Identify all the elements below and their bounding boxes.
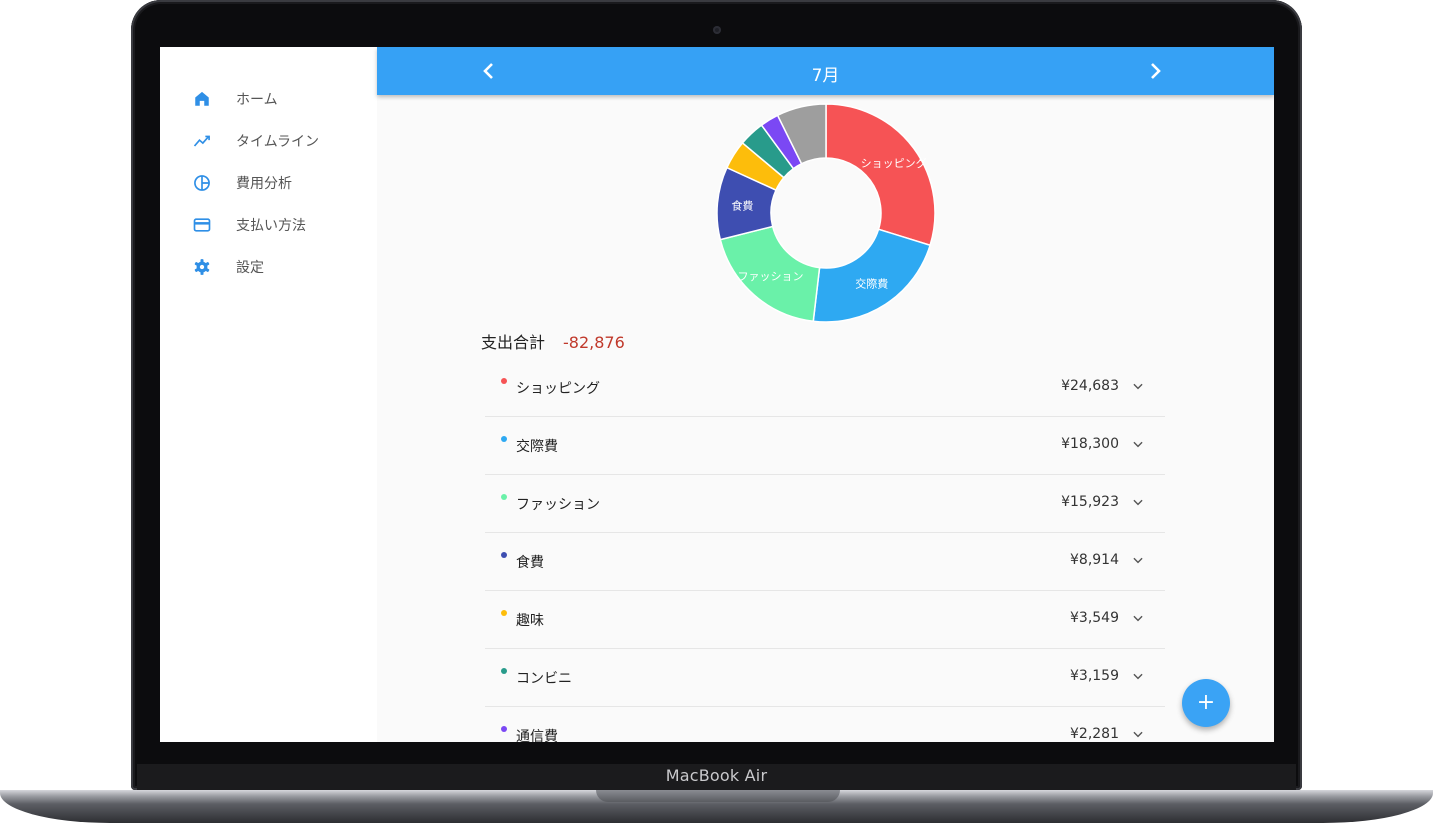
category-amount: ¥3,159: [1070, 668, 1119, 684]
category-name: 交際費: [516, 439, 558, 455]
list-item[interactable]: 通信費 ¥2,281: [485, 707, 1165, 742]
category-name: 通信費: [516, 729, 558, 742]
chevron-down-icon[interactable]: [1131, 669, 1145, 683]
device-brand-label: MacBook Air: [665, 766, 768, 785]
app-screen: ホーム タイムライン 費用分析 支払い方法 設定 7月 ショッピング 交際費 フ…: [160, 47, 1274, 742]
add-expense-button[interactable]: +: [1182, 679, 1230, 727]
list-item[interactable]: 交際費 ¥18,300: [485, 417, 1165, 475]
chevron-down-icon[interactable]: [1131, 727, 1145, 741]
sidebar-item-label: 支払い方法: [236, 218, 306, 234]
donut-slice: [812, 228, 932, 323]
donut-slice-label: ファッション: [738, 270, 804, 283]
category-color-dot: [501, 378, 507, 384]
sidebar-item-timeline[interactable]: タイムライン: [190, 129, 319, 153]
category-name: ショッピング: [516, 381, 600, 397]
category-color-dot: [501, 436, 507, 442]
chevron-down-icon[interactable]: [1131, 495, 1145, 509]
category-color-dot: [501, 610, 507, 616]
category-amount: ¥3,549: [1070, 610, 1119, 626]
credit-card-icon: [190, 213, 214, 237]
category-color-dot: [501, 668, 507, 674]
list-item[interactable]: ショッピング ¥24,683: [485, 359, 1165, 417]
category-amount: ¥15,923: [1061, 494, 1119, 510]
donut-slice: [825, 103, 936, 247]
total-value: -82,876: [563, 333, 625, 352]
list-item[interactable]: 食費 ¥8,914: [485, 533, 1165, 591]
month-title: 7月: [811, 66, 840, 86]
sidebar-item-label: 費用分析: [236, 176, 292, 192]
month-header: 7月: [377, 47, 1274, 95]
home-icon: [190, 87, 214, 111]
donut-slice-label: 交際費: [855, 276, 888, 290]
camera: [713, 26, 721, 34]
total-label: 支出合計: [481, 333, 546, 352]
sidebar-item-settings[interactable]: 設定: [190, 255, 264, 279]
plus-icon: +: [1196, 690, 1216, 715]
chevron-down-icon[interactable]: [1131, 379, 1145, 393]
chevron-down-icon[interactable]: [1131, 437, 1145, 451]
laptop-notch: [596, 790, 840, 802]
expense-list: ショッピング ¥24,683 交際費 ¥18,300 ファッション ¥15,92…: [485, 359, 1165, 742]
list-item[interactable]: 趣味 ¥3,549: [485, 591, 1165, 649]
donut-slice-label: 食費: [731, 198, 753, 212]
category-color-dot: [501, 552, 507, 558]
category-color-dot: [501, 494, 507, 500]
category-amount: ¥24,683: [1061, 378, 1119, 394]
sidebar-item-label: ホーム: [236, 92, 278, 108]
pie-chart-icon: [190, 171, 214, 195]
sidebar-item-home[interactable]: ホーム: [190, 87, 278, 111]
list-item[interactable]: ファッション ¥15,923: [485, 475, 1165, 533]
category-name: 食費: [516, 555, 544, 571]
chevron-right-icon[interactable]: [1143, 59, 1167, 83]
chevron-down-icon[interactable]: [1131, 611, 1145, 625]
category-amount: ¥8,914: [1070, 552, 1119, 568]
category-name: コンビニ: [516, 671, 572, 687]
total-expense: 支出合計 -82,876: [481, 329, 625, 353]
sidebar-item-label: タイムライン: [236, 134, 320, 150]
gear-icon: [190, 255, 214, 279]
category-amount: ¥18,300: [1061, 436, 1119, 452]
sidebar: ホーム タイムライン 費用分析 支払い方法 設定: [160, 47, 377, 742]
category-name: ファッション: [516, 497, 600, 513]
trending-up-icon: [190, 129, 214, 153]
chevron-down-icon[interactable]: [1131, 553, 1145, 567]
donut-slice-label: ショッピング: [861, 156, 927, 170]
sidebar-item-analysis[interactable]: 費用分析: [190, 171, 292, 195]
category-color-dot: [501, 726, 507, 732]
category-amount: ¥2,281: [1070, 726, 1119, 742]
category-name: 趣味: [516, 613, 544, 629]
expense-donut-chart: ショッピング交際費 ファッション 食費: [716, 103, 936, 323]
sidebar-item-payment[interactable]: 支払い方法: [190, 213, 306, 237]
sidebar-item-label: 設定: [236, 260, 264, 276]
list-item[interactable]: コンビニ ¥3,159: [485, 649, 1165, 707]
